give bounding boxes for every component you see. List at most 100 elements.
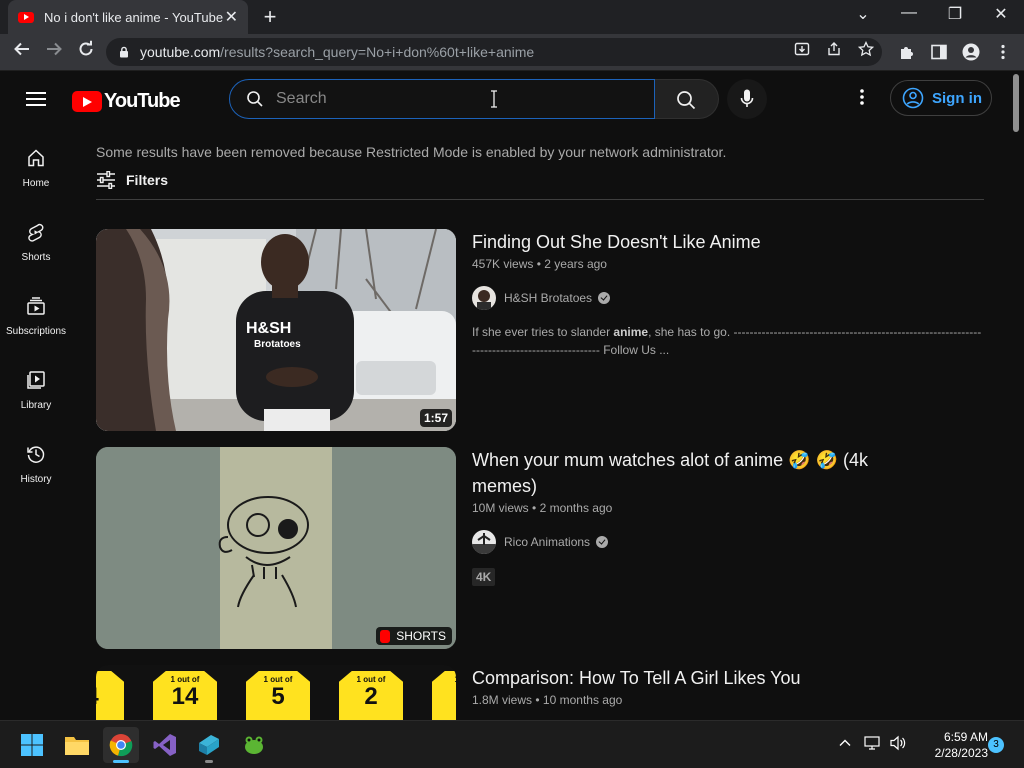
verified-check-icon bbox=[596, 536, 609, 548]
forward-arrow-icon bbox=[47, 42, 62, 56]
side-panel-icon[interactable] bbox=[929, 43, 949, 63]
thumbnail-card: 1 out of 5 bbox=[246, 671, 310, 720]
subscriptions-icon bbox=[27, 297, 45, 315]
vscode-like-icon[interactable] bbox=[191, 727, 227, 763]
voice-search-button[interactable] bbox=[727, 79, 767, 119]
video-thumbnail[interactable]: of4 1 out of14 1 out of5 1 out of2 1 out bbox=[96, 665, 456, 720]
channel-avatar[interactable] bbox=[472, 286, 496, 310]
text-cursor-icon bbox=[491, 90, 497, 108]
youtube-wordmark: YouTube bbox=[104, 90, 181, 112]
thumbnail-image: H&SH Brotatoes bbox=[96, 229, 456, 431]
verified-check-icon bbox=[598, 292, 611, 304]
settings-kebab-icon[interactable] bbox=[852, 88, 872, 110]
video-title[interactable]: When your mum watches alot of anime 🤣 🤣 … bbox=[472, 447, 912, 499]
svg-text:H&SH: H&SH bbox=[246, 320, 291, 337]
filters-label: Filters bbox=[126, 172, 169, 188]
view-count: 1.8M views bbox=[472, 693, 533, 707]
forward-button[interactable] bbox=[42, 40, 66, 64]
shorts-badge: SHORTS bbox=[376, 627, 452, 645]
guide-menu-icon[interactable] bbox=[26, 92, 46, 106]
guide-label-shorts: Shorts bbox=[21, 252, 51, 263]
page-scrollbar[interactable] bbox=[1008, 72, 1024, 720]
youtube-play-icon bbox=[72, 91, 102, 112]
notification-badge[interactable]: 3 bbox=[988, 737, 1004, 753]
clock-time: 6:59 AM bbox=[943, 730, 988, 744]
active-app-indicator bbox=[113, 760, 129, 763]
chrome-icon[interactable] bbox=[103, 727, 139, 763]
guide-item-history[interactable]: History bbox=[0, 424, 72, 498]
channel-name[interactable]: H&SH Brotatoes bbox=[504, 291, 592, 305]
video-thumbnail[interactable]: H&SH Brotatoes 1:57 bbox=[96, 229, 456, 431]
channel-avatar[interactable] bbox=[472, 530, 496, 554]
video-thumbnail[interactable]: SHORTS bbox=[96, 447, 456, 649]
thumbnail-image bbox=[96, 447, 456, 649]
video-title-line1: When your mum watches alot of anime 🤣 🤣 … bbox=[472, 450, 868, 470]
extensions-icon[interactable] bbox=[897, 43, 917, 63]
guide-item-library[interactable]: Library bbox=[0, 350, 72, 424]
show-hidden-icons-chevron-icon[interactable] bbox=[837, 735, 853, 754]
back-button[interactable] bbox=[10, 40, 34, 64]
home-icon bbox=[28, 149, 44, 167]
address-bar[interactable]: youtube.com/results?search_query=No+i+do… bbox=[106, 38, 882, 66]
browser-toolbar: youtube.com/results?search_query=No+i+do… bbox=[0, 34, 1024, 71]
browser-tab[interactable]: No i don't like anime - YouTube ✕ bbox=[8, 0, 248, 34]
profile-icon[interactable] bbox=[961, 43, 981, 63]
network-icon[interactable] bbox=[864, 735, 882, 754]
restricted-mode-notice: Some results have been removed because R… bbox=[96, 144, 727, 160]
publish-age: 2 years ago bbox=[544, 257, 607, 271]
file-explorer-icon[interactable] bbox=[59, 727, 95, 763]
new-tab-button[interactable]: + bbox=[258, 4, 282, 30]
history-icon bbox=[27, 446, 45, 463]
results-divider bbox=[96, 199, 984, 200]
video-metadata: 457K views • 2 years ago bbox=[472, 257, 607, 271]
search-input[interactable] bbox=[276, 90, 636, 108]
video-duration: 1:57 bbox=[419, 409, 452, 427]
volume-icon[interactable] bbox=[889, 735, 907, 754]
view-count: 457K views bbox=[472, 257, 534, 271]
url-path: /results?search_query=No+i+don%60t+like+… bbox=[220, 44, 535, 60]
guide-item-subscriptions[interactable]: Subscriptions bbox=[0, 276, 72, 350]
thumbnail-card: 1 out bbox=[432, 671, 456, 720]
microphone-icon bbox=[740, 89, 754, 107]
search-box[interactable] bbox=[229, 79, 655, 119]
bookmark-star-icon[interactable] bbox=[857, 40, 875, 57]
thumbnail-card-caption: of bbox=[96, 675, 124, 684]
share-icon[interactable] bbox=[826, 41, 842, 57]
sign-in-button[interactable]: Sign in bbox=[890, 80, 992, 116]
reload-button[interactable] bbox=[74, 40, 98, 64]
video-description-snippet: If she ever tries to slander anime, she … bbox=[472, 323, 984, 359]
shorts-badge-label: SHORTS bbox=[396, 629, 446, 643]
install-app-icon[interactable] bbox=[794, 41, 810, 57]
thumbnail-card: 1 out of 2 bbox=[339, 671, 403, 720]
minimize-button[interactable]: — bbox=[897, 4, 921, 22]
close-window-button[interactable]: ✕ bbox=[989, 4, 1013, 24]
video-title[interactable]: Finding Out She Doesn't Like Anime bbox=[472, 229, 912, 255]
guide-item-home[interactable]: Home bbox=[0, 128, 72, 202]
tab-search-icon[interactable]: ⌄ bbox=[851, 4, 875, 24]
chrome-menu-icon[interactable] bbox=[993, 43, 1013, 63]
scrollbar-thumb[interactable] bbox=[1013, 74, 1019, 132]
youtube-logo[interactable]: YouTube bbox=[72, 90, 181, 113]
guide-item-shorts[interactable]: Shorts bbox=[0, 202, 72, 276]
video-title[interactable]: Comparison: How To Tell A Girl Likes You bbox=[472, 665, 912, 691]
video-metadata: 10M views • 2 months ago bbox=[472, 501, 612, 515]
channel-name[interactable]: Rico Animations bbox=[504, 535, 590, 549]
thumbnail-card-number: 4 bbox=[96, 684, 124, 710]
visual-studio-icon[interactable] bbox=[147, 727, 183, 763]
system-clock[interactable]: 6:59 AM 2/28/2023 bbox=[918, 729, 988, 761]
account-circle-icon bbox=[902, 87, 924, 109]
thumbnail-card-number: 5 bbox=[271, 683, 285, 710]
channel-info[interactable]: Rico Animations bbox=[472, 530, 609, 554]
meta-separator: • bbox=[532, 501, 537, 515]
search-button[interactable] bbox=[655, 79, 719, 119]
channel-info[interactable]: H&SH Brotatoes bbox=[472, 286, 611, 310]
shorts-logo-icon bbox=[380, 629, 391, 643]
view-count: 10M views bbox=[472, 501, 529, 515]
thumbnail-card: 1 out of 14 bbox=[153, 671, 217, 720]
windows-start-icon[interactable] bbox=[14, 727, 50, 763]
mini-guide: Home Shorts Subscriptions Library Histor… bbox=[0, 128, 72, 720]
tab-close-icon[interactable]: ✕ bbox=[225, 7, 238, 27]
frog-app-icon[interactable] bbox=[236, 727, 272, 763]
restore-button[interactable]: ❐ bbox=[943, 4, 967, 24]
filters-button[interactable]: Filters bbox=[96, 170, 168, 190]
